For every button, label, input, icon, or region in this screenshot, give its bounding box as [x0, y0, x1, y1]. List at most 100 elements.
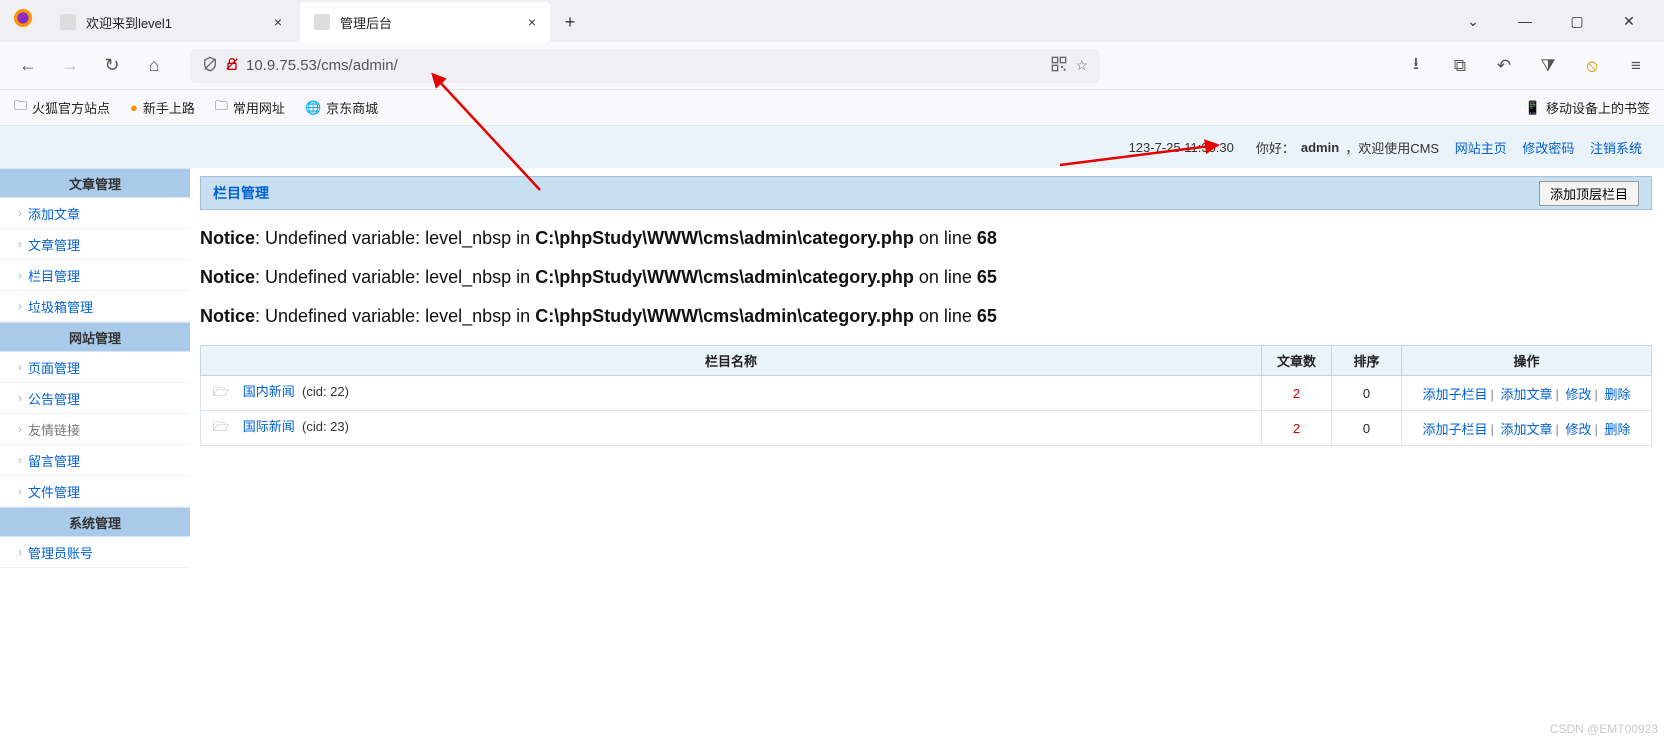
close-icon[interactable]: ×: [274, 14, 282, 30]
tab-title: 管理后台: [340, 13, 528, 32]
firefox-icon: ●: [130, 100, 138, 115]
op-add-sub[interactable]: 添加子栏目: [1422, 422, 1487, 437]
close-window-icon[interactable]: ✕: [1614, 13, 1644, 30]
op-add-article[interactable]: 添加文章: [1500, 387, 1552, 402]
link-change-password[interactable]: 修改密码: [1522, 138, 1574, 157]
firefox-logo-icon: [0, 8, 46, 42]
content-area: 栏目管理 添加顶层栏目 Notice: Undefined variable: …: [190, 168, 1664, 740]
extension-icon[interactable]: ⧩: [1532, 50, 1564, 82]
sidebar-header-system: 系统管理: [0, 507, 190, 537]
cell-name: 🗁 国内新闻 (cid: 22): [201, 376, 1262, 411]
qr-icon[interactable]: [1051, 56, 1067, 75]
th-ops: 操作: [1402, 346, 1652, 376]
home-button[interactable]: ⌂: [138, 50, 170, 82]
sidebar-item-admin-account[interactable]: 管理员账号: [0, 537, 190, 568]
link-site-home[interactable]: 网站主页: [1455, 138, 1507, 157]
mobile-icon: 📱: [1525, 100, 1541, 116]
cell-count: 2: [1262, 376, 1332, 411]
sidebar-item-file-manage[interactable]: 文件管理: [0, 476, 190, 507]
sidebar-item-trash-manage[interactable]: 垃圾箱管理: [0, 291, 190, 322]
panel-title: 栏目管理: [213, 183, 269, 203]
sidebar: 文章管理 添加文章 文章管理 栏目管理 垃圾箱管理 网站管理 页面管理 公告管理…: [0, 168, 190, 740]
cell-name: 🗁 国际新闻 (cid: 23): [201, 411, 1262, 446]
maximize-icon[interactable]: ▢: [1562, 13, 1592, 30]
bookmark-getstarted[interactable]: ●新手上路: [130, 98, 195, 117]
main-area: 文章管理 添加文章 文章管理 栏目管理 垃圾箱管理 网站管理 页面管理 公告管理…: [0, 168, 1664, 740]
th-count: 文章数: [1262, 346, 1332, 376]
sidebar-item-notice-manage[interactable]: 公告管理: [0, 383, 190, 414]
minimize-icon[interactable]: —: [1510, 13, 1540, 30]
chevron-down-icon[interactable]: ⌄: [1458, 13, 1488, 30]
globe-icon: 🌐: [305, 100, 321, 116]
php-notice: Notice: Undefined variable: level_nbsp i…: [200, 267, 1652, 288]
cell-count: 2: [1262, 411, 1332, 446]
op-edit[interactable]: 修改: [1566, 387, 1592, 402]
menu-icon[interactable]: ≡: [1620, 50, 1652, 82]
category-link[interactable]: 国内新闻: [243, 384, 295, 399]
bookmark-jd[interactable]: 🌐京东商城: [305, 98, 378, 117]
op-delete[interactable]: 删除: [1605, 387, 1631, 402]
back-button[interactable]: ←: [12, 50, 44, 82]
category-table: 栏目名称 文章数 排序 操作 🗁 国内新闻 (cid: 22) 2: [200, 345, 1652, 446]
bookmark-common[interactable]: 🗀常用网址: [215, 97, 285, 119]
close-icon[interactable]: ×: [528, 14, 536, 30]
cell-sort: 0: [1332, 411, 1402, 446]
welcome-text: ，欢迎使用CMS: [1345, 138, 1439, 157]
php-notice: Notice: Undefined variable: level_nbsp i…: [200, 228, 1652, 249]
window-controls: ⌄ — ▢ ✕: [1458, 13, 1664, 42]
cell-ops: 添加子栏目| 添加文章| 修改| 删除: [1402, 411, 1652, 446]
url-bar[interactable]: 10.9.75.53/cms/admin/ ☆: [190, 49, 1100, 83]
noscript-icon[interactable]: ⦸: [1576, 50, 1608, 82]
tab-level1[interactable]: 欢迎来到level1 ×: [46, 2, 296, 42]
sidebar-item-article-manage[interactable]: 文章管理: [0, 229, 190, 260]
bookmark-firefox[interactable]: 🗀火狐官方站点: [14, 97, 110, 119]
th-sort: 排序: [1332, 346, 1402, 376]
th-name: 栏目名称: [201, 346, 1262, 376]
screenshot-icon[interactable]: ⧉: [1444, 50, 1476, 82]
mobile-bookmarks[interactable]: 📱移动设备上的书签: [1525, 98, 1650, 117]
cms-topbar: 123-7-25 11:35:30 你好： admin ，欢迎使用CMS 网站主…: [0, 126, 1664, 168]
downloads-icon[interactable]: ⭳: [1400, 50, 1432, 82]
browser-titlebar: 欢迎来到level1 × 管理后台 × + ⌄ — ▢ ✕: [0, 0, 1664, 42]
sidebar-item-add-article[interactable]: 添加文章: [0, 198, 190, 229]
new-tab-button[interactable]: +: [554, 2, 586, 42]
undo-icon[interactable]: ↶: [1488, 50, 1520, 82]
op-delete[interactable]: 删除: [1605, 422, 1631, 437]
bookmark-star-icon[interactable]: ☆: [1075, 57, 1088, 74]
datetime: 123-7-25 11:35:30: [1129, 140, 1234, 155]
sidebar-item-category-manage[interactable]: 栏目管理: [0, 260, 190, 291]
panel-head: 栏目管理 添加顶层栏目: [200, 176, 1652, 210]
browser-toolbar: ← → ↻ ⌂ 10.9.75.53/cms/admin/ ☆ ⭳ ⧉ ↶ ⧩ …: [0, 42, 1664, 90]
sidebar-item-comment-manage[interactable]: 留言管理: [0, 445, 190, 476]
folder-icon: 🗀: [215, 97, 228, 119]
cell-ops: 添加子栏目| 添加文章| 修改| 删除: [1402, 376, 1652, 411]
lock-insecure-icon[interactable]: [224, 56, 240, 75]
php-notice: Notice: Undefined variable: level_nbsp i…: [200, 306, 1652, 327]
shield-off-icon[interactable]: [202, 56, 218, 75]
username: admin: [1301, 140, 1339, 155]
table-header-row: 栏目名称 文章数 排序 操作: [201, 346, 1652, 376]
tab-admin[interactable]: 管理后台 ×: [300, 2, 550, 42]
table-row: 🗁 国际新闻 (cid: 23) 2 0 添加子栏目| 添加文章| 修改| 删除: [201, 411, 1652, 446]
cid-text: (cid: 22): [302, 384, 349, 399]
sidebar-header-articles: 文章管理: [0, 168, 190, 198]
url-text: 10.9.75.53/cms/admin/: [246, 57, 1043, 74]
op-add-sub[interactable]: 添加子栏目: [1422, 387, 1487, 402]
reload-button[interactable]: ↻: [96, 50, 128, 82]
add-top-category-button[interactable]: 添加顶层栏目: [1539, 181, 1639, 206]
category-link[interactable]: 国际新闻: [243, 419, 295, 434]
folder-icon: 🗀: [14, 97, 27, 119]
page-content: 123-7-25 11:35:30 你好： admin ，欢迎使用CMS 网站主…: [0, 126, 1664, 740]
sidebar-item-page-manage[interactable]: 页面管理: [0, 352, 190, 383]
sidebar-item-friend-links[interactable]: 友情链接: [0, 414, 190, 445]
op-add-article[interactable]: 添加文章: [1500, 422, 1552, 437]
folder-icon: 🗁: [213, 419, 229, 434]
link-logout[interactable]: 注销系统: [1590, 138, 1642, 157]
op-edit[interactable]: 修改: [1566, 422, 1592, 437]
bookmarks-bar: 🗀火狐官方站点 ●新手上路 🗀常用网址 🌐京东商城 📱移动设备上的书签: [0, 90, 1664, 126]
tab-strip: 欢迎来到level1 × 管理后台 × +: [46, 2, 1458, 42]
forward-button[interactable]: →: [54, 50, 86, 82]
tab-favicon-icon: [314, 14, 330, 30]
hello-label: 你好：: [1256, 138, 1295, 157]
toolbar-right: ⭳ ⧉ ↶ ⧩ ⦸ ≡: [1400, 50, 1652, 82]
